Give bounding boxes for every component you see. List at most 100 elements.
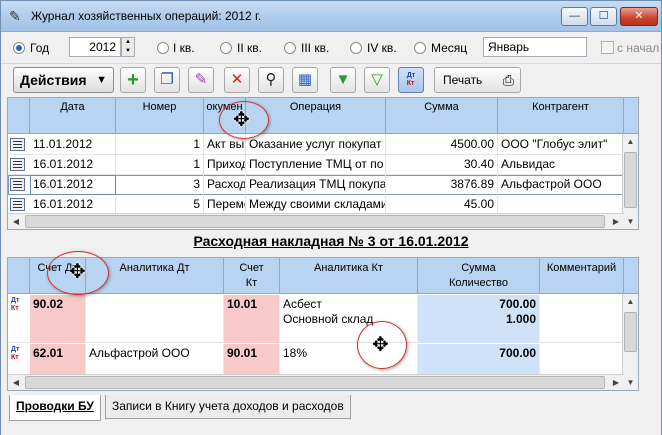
scroll-left-icon[interactable]: ◀	[8, 214, 24, 229]
journal-app-icon: ✎	[9, 8, 21, 24]
journal-vertical-scrollbar[interactable]: ▲ ▼	[622, 134, 638, 229]
scroll-down-icon[interactable]: ▼	[623, 214, 638, 229]
radio-month-label: Месяц	[431, 41, 468, 55]
scroll-up-icon[interactable]: ▲	[623, 294, 638, 310]
chevron-down-icon: ▼	[96, 74, 107, 86]
table-row[interactable]: 11.01.2012 1 Акт вы Оказание услуг покуп…	[8, 135, 638, 155]
edit-button[interactable]: ✎	[188, 67, 214, 93]
tab-income-expense-book[interactable]: Записи в Книгу учета доходов и расходов	[105, 395, 351, 419]
entry-row[interactable]: Дт Кт 62.01 Альфастрой ООО 90.01 18% 700.…	[8, 344, 638, 376]
cell-operation: Реализация ТМЦ покупа	[246, 175, 386, 195]
scroll-right-icon[interactable]: ▶	[608, 214, 624, 229]
header-icon-col	[8, 98, 30, 134]
radio-q1[interactable]	[157, 42, 169, 54]
scroll-thumb[interactable]	[624, 312, 637, 352]
cell-debit-account: 90.02	[30, 295, 86, 343]
filter-button[interactable]: ▼	[330, 67, 356, 93]
spin-down-icon: ▼	[125, 48, 131, 54]
radio-q1-label: I кв.	[173, 41, 195, 55]
cell-contractor	[498, 195, 624, 215]
selected-table-row[interactable]: 16.01.2012 3 Расход Реализация ТМЦ покуп…	[8, 175, 638, 195]
cell-date: 16.01.2012	[30, 175, 116, 195]
calendar-button[interactable]: ▦	[292, 67, 318, 93]
analytics-kt-line-1: Асбест	[283, 297, 322, 311]
header-date[interactable]: Дата	[30, 98, 116, 134]
cell-doc: Приход	[204, 155, 246, 175]
app-window: ✎ Журнал хозяйственных операций: 2012 г.…	[0, 0, 662, 435]
copy-icon: ❐	[160, 71, 174, 88]
actions-menu-button[interactable]: Действия ▼	[13, 67, 114, 93]
radio-q4[interactable]	[350, 42, 362, 54]
year-input[interactable]: 2012	[69, 37, 121, 57]
header-sum-qty[interactable]: Сумма Количество	[418, 258, 540, 294]
scroll-right-icon[interactable]: ▶	[608, 375, 624, 390]
print-button[interactable]: Печать ⎙	[434, 67, 521, 93]
dt-kt-icon: Дт Кт	[11, 346, 20, 361]
header-contractor[interactable]: Контрагент	[498, 98, 624, 134]
scroll-down-icon[interactable]: ▼	[623, 375, 638, 390]
column-resize-cursor-icon: ✥	[69, 261, 86, 283]
entries-vertical-scrollbar[interactable]: ▲ ▼	[622, 294, 638, 390]
cell-contractor: Альвидас	[498, 155, 624, 175]
cell-credit-account: 90.01	[224, 344, 280, 376]
header-analytics-kt[interactable]: Аналитика Кт	[280, 258, 418, 294]
cell-date: 16.01.2012	[30, 195, 116, 215]
spin-up-icon: ▲	[125, 39, 131, 45]
close-button[interactable]: ✕	[620, 7, 658, 26]
close-icon: ✕	[634, 10, 644, 22]
radio-month[interactable]	[414, 42, 426, 54]
cell-number: 3	[116, 175, 204, 195]
window-title: Журнал хозяйственных операций: 2012 г.	[31, 9, 262, 23]
cell-operation: Оказание услуг покупат	[246, 135, 386, 155]
calendar-icon: ▦	[297, 71, 313, 88]
maximize-button[interactable]: ☐	[590, 7, 617, 26]
scroll-thumb[interactable]	[25, 215, 605, 228]
document-icon	[10, 178, 25, 191]
year-spinner[interactable]: ▲ ▼	[121, 37, 135, 57]
dt-kt-button[interactable]: Дт Кт	[398, 67, 424, 93]
table-row[interactable]: 16.01.2012 1 Приход Поступление ТМЦ от п…	[8, 155, 638, 175]
radio-q3[interactable]	[284, 42, 296, 54]
add-button[interactable]: +	[120, 67, 146, 93]
journal-table[interactable]: Дата Номер окумен Операция Сумма Контраг…	[7, 97, 639, 230]
month-input[interactable]: Январь	[483, 37, 587, 57]
search-button[interactable]: ⚲	[258, 67, 284, 93]
cell-analytics-dt: Альфастрой ООО	[86, 344, 224, 376]
title-bar: ✎ Журнал хозяйственных операций: 2012 г.…	[1, 1, 661, 32]
toolbar: Действия ▼ + ❐ ✎ ✕ ⚲ ▦ ▼ ▽ Дт Кт Печать ⎙	[1, 63, 661, 97]
dt-kt-icon: Дт Кт	[406, 72, 416, 88]
minimize-button[interactable]: —	[561, 7, 588, 26]
cell-comment	[540, 295, 624, 343]
scroll-left-icon[interactable]: ◀	[8, 375, 24, 390]
document-icon	[10, 198, 25, 211]
header-comment[interactable]: Комментарий	[540, 258, 624, 294]
cell-sum: 4500.00	[386, 135, 498, 155]
header-number[interactable]: Номер	[116, 98, 204, 134]
document-icon	[10, 158, 25, 171]
cell-date: 16.01.2012	[30, 155, 116, 175]
radio-q2[interactable]	[220, 42, 232, 54]
edit-icon: ✎	[194, 71, 208, 88]
entry-row[interactable]: Дт Кт 90.02 10.01 Асбест Основной склад 7…	[8, 295, 638, 343]
scroll-thumb[interactable]	[624, 152, 637, 208]
scroll-up-icon[interactable]: ▲	[623, 134, 638, 150]
period-selector: Год 2012 ▲ ▼ I кв. II кв. III кв. IV кв. …	[1, 33, 661, 61]
cell-date: 11.01.2012	[30, 135, 116, 155]
header-credit-account[interactable]: Счет Кт	[224, 258, 280, 294]
header-sum[interactable]: Сумма	[386, 98, 498, 134]
tab-accounting-entries[interactable]: Проводки БУ	[9, 395, 101, 421]
from-start-checkbox[interactable]	[601, 41, 614, 54]
table-row[interactable]: 16.01.2012 5 Переме Между своими складам…	[8, 195, 638, 215]
dt-kt-icon: Дт Кт	[11, 297, 20, 312]
delete-button[interactable]: ✕	[224, 67, 250, 93]
cell-credit-account: 10.01	[224, 295, 280, 343]
entries-horizontal-scrollbar[interactable]: ◀ ▶	[8, 374, 624, 390]
cell-doc: Расход	[204, 175, 246, 195]
radio-year[interactable]	[13, 42, 25, 54]
column-resize-cursor-icon: ✥	[233, 109, 250, 131]
scroll-thumb[interactable]	[25, 376, 605, 389]
copy-button[interactable]: ❐	[154, 67, 180, 93]
entry-quantity: 1.000	[505, 312, 536, 326]
clear-filter-button[interactable]: ▽	[364, 67, 390, 93]
journal-horizontal-scrollbar[interactable]: ◀ ▶	[8, 213, 624, 229]
